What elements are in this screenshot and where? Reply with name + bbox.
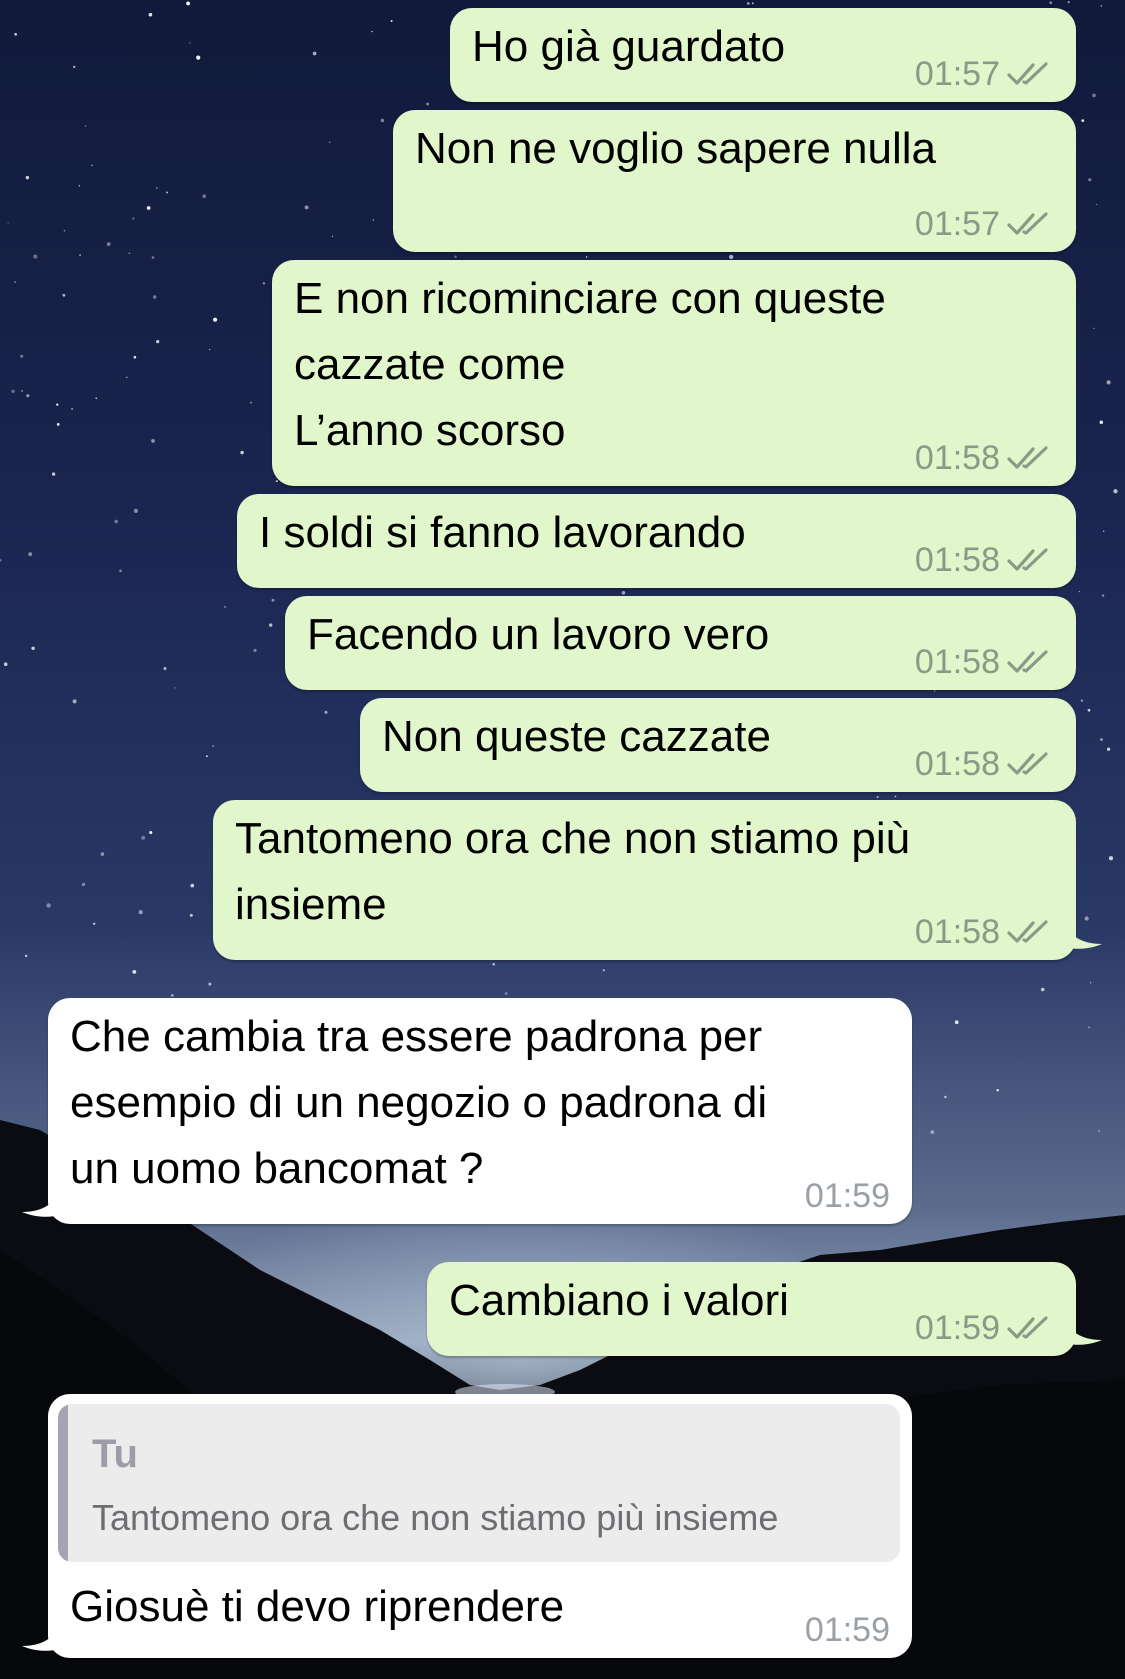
incoming-message[interactable]: Che cambia tra essere padrona per esempi… xyxy=(48,998,912,1224)
message-time: 01:57 xyxy=(914,205,1000,243)
message-text: Tantomeno ora che non stiamo più insieme xyxy=(235,814,911,929)
message-time: 01:58 xyxy=(914,745,1000,783)
message-meta: 01:59 xyxy=(805,1176,890,1216)
message-text: Giosuè ti devo riprendere xyxy=(70,1582,565,1631)
outgoing-message[interactable]: Cambiano i valori 01:59 xyxy=(427,1262,1076,1356)
message-time: 01:59 xyxy=(914,1309,1000,1347)
outgoing-message[interactable]: E non ricominciare con queste cazzate co… xyxy=(272,260,1076,486)
double-check-icon xyxy=(1007,920,1048,943)
message-meta: 01:57 xyxy=(915,54,1054,94)
incoming-reply-message[interactable]: Tu Tantomeno ora che non stiamo più insi… xyxy=(48,1394,912,1658)
message-meta: 01:59 xyxy=(805,1610,890,1650)
message-meta: 01:57 xyxy=(915,204,1054,244)
message-meta: 01:59 xyxy=(915,1308,1054,1348)
outgoing-message[interactable]: Non queste cazzate 01:58 xyxy=(360,698,1076,792)
bubble-tail xyxy=(1062,1314,1102,1345)
message-time: 01:58 xyxy=(914,913,1000,951)
message-meta: 01:58 xyxy=(915,744,1054,784)
outgoing-message[interactable]: Ho già guardato 01:57 xyxy=(450,8,1076,102)
message-text: Ho già guardato xyxy=(472,22,786,71)
quote-bar xyxy=(58,1404,68,1562)
bubble-tail xyxy=(22,1186,62,1217)
message-time: 01:59 xyxy=(804,1611,890,1649)
bubble-tail xyxy=(1062,918,1102,949)
message-time: 01:59 xyxy=(804,1177,890,1215)
message-time: 01:57 xyxy=(914,55,1000,93)
message-meta: 01:58 xyxy=(915,438,1054,478)
outgoing-message[interactable]: Non ne voglio sapere nulla 01:57 xyxy=(393,110,1076,252)
bubble-tail xyxy=(22,1620,62,1651)
outgoing-message[interactable]: Tantomeno ora che non stiamo più insieme… xyxy=(213,800,1076,960)
message-text: Non ne voglio sapere nulla xyxy=(415,124,937,173)
quoted-message[interactable]: Tu Tantomeno ora che non stiamo più insi… xyxy=(58,1404,900,1562)
double-check-icon xyxy=(1007,548,1048,571)
quote-author: Tu xyxy=(92,1432,138,1476)
outgoing-message[interactable]: I soldi si fanno lavorando 01:58 xyxy=(237,494,1076,588)
double-check-icon xyxy=(1007,212,1048,235)
message-meta: 01:58 xyxy=(915,642,1054,682)
message-text: Che cambia tra essere padrona per esempi… xyxy=(70,1012,768,1193)
message-text: Cambiano i valori xyxy=(449,1276,789,1325)
message-text: I soldi si fanno lavorando xyxy=(259,508,746,557)
message-text: E non ricominciare con queste cazzate co… xyxy=(294,274,886,455)
double-check-icon xyxy=(1007,1316,1048,1339)
message-meta: 01:58 xyxy=(915,912,1054,952)
outgoing-message[interactable]: Facendo un lavoro vero 01:58 xyxy=(285,596,1076,690)
message-meta: 01:58 xyxy=(915,540,1054,580)
message-time: 01:58 xyxy=(914,439,1000,477)
double-check-icon xyxy=(1007,752,1048,775)
double-check-icon xyxy=(1007,650,1048,673)
double-check-icon xyxy=(1007,62,1048,85)
message-text: Non queste cazzate xyxy=(382,712,771,761)
double-check-icon xyxy=(1007,446,1048,469)
message-time: 01:58 xyxy=(914,643,1000,681)
quote-text: Tantomeno ora che non stiamo più insieme xyxy=(92,1497,779,1538)
message-text: Facendo un lavoro vero xyxy=(307,610,770,659)
message-time: 01:58 xyxy=(914,541,1000,579)
